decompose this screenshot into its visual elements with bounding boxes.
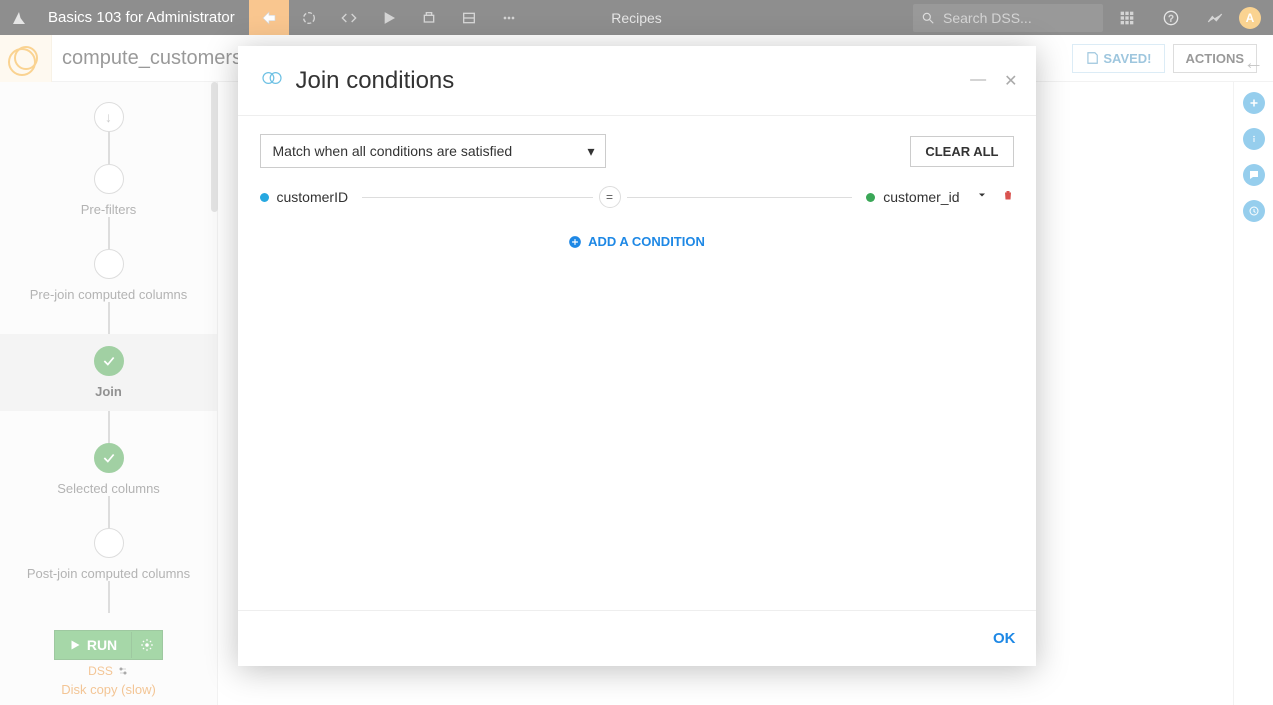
ok-button[interactable]: OK [993,630,1016,647]
modal-header: Join conditions — ✕ [238,46,1036,116]
delete-row-icon[interactable] [1002,188,1014,206]
modal-title: Join conditions [296,67,455,95]
left-field[interactable]: customerID [277,189,349,205]
clear-all-button[interactable]: CLEAR ALL [910,136,1013,167]
minimize-icon[interactable]: — [970,71,986,91]
add-condition-button[interactable]: ADD A CONDITION [568,234,705,249]
join-conditions-modal: Join conditions — ✕ Match when all condi… [238,46,1036,666]
condition-row[interactable]: customerID = customer_id [260,182,1014,212]
match-mode-select[interactable]: Match when all conditions are satisfied … [260,134,606,168]
right-dataset-dot-icon [866,193,875,202]
chevron-down-icon: ▾ [587,143,594,160]
plus-circle-icon [568,235,582,249]
left-dataset-dot-icon [260,193,269,202]
join-icon [260,66,284,95]
expand-row-icon[interactable] [976,188,988,206]
close-icon[interactable]: ✕ [1004,71,1017,91]
right-field[interactable]: customer_id [883,189,959,205]
operator-badge[interactable]: = [599,186,621,208]
